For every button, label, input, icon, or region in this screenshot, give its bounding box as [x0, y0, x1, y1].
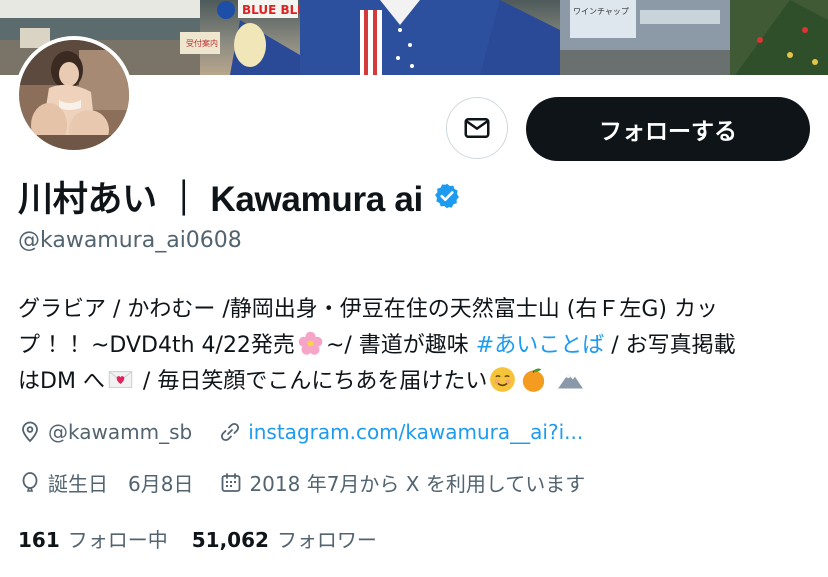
- banner-store-sign: ワインチャップ: [573, 7, 629, 16]
- bio-line-3: はDM へ / 毎日笑顔でこんにちあを届けたい: [18, 364, 818, 400]
- bio-text: プ ！！~DVD4th 4/22発売: [18, 333, 295, 358]
- join-date: 2018 年7月から X を利用しています: [219, 468, 585, 497]
- location: @kawamm_sb: [18, 420, 192, 444]
- bio-text: / 毎日笑顔でこんにちあを届けたい: [135, 369, 488, 394]
- calendar-icon: [222, 472, 241, 492]
- avatar[interactable]: [15, 36, 133, 154]
- bio-line-2: プ ！！~DVD4th 4/22発売 ~/ 書道が趣味 #あいことば / お写真…: [18, 328, 818, 364]
- avatar-image: [19, 40, 129, 150]
- birthday: 誕生日 6月8日: [18, 468, 193, 497]
- envelope-icon: [464, 118, 490, 138]
- website-link[interactable]: instagram.com/kawamura__ai?i...: [248, 420, 583, 444]
- bio-text: はDM へ: [18, 369, 105, 394]
- following-link[interactable]: 161 フォロー中: [18, 524, 168, 553]
- followers-count: 51,062: [191, 528, 269, 552]
- verified-badge-icon[interactable]: [433, 182, 461, 210]
- balloon-icon: [22, 471, 38, 492]
- follow-button[interactable]: フォローする: [526, 97, 810, 161]
- website[interactable]: instagram.com/kawamura__ai?i...: [218, 420, 583, 444]
- location-pin-icon: [22, 421, 38, 443]
- followers-label: フォロワー: [276, 528, 377, 552]
- mountain-icon: [558, 373, 584, 389]
- message-button[interactable]: [446, 97, 508, 159]
- cherry-blossom-icon: [298, 331, 323, 355]
- banner-poster: 受付案内: [186, 38, 218, 48]
- location-text: @kawamm_sb: [48, 420, 193, 444]
- following-label: フォロー中: [67, 528, 168, 552]
- profile-meta-row: @kawamm_sb instagram.com/kawamura__ai?i.…: [18, 420, 609, 444]
- birthday-text: 誕生日 6月8日: [48, 472, 194, 496]
- join-date-text: 2018 年7月から X を利用しています: [249, 472, 586, 496]
- profile-meta-row-2: 誕生日 6月8日 2018 年7月から X を利用しています: [18, 468, 611, 497]
- banner-sign: BLUE BLU: [242, 3, 307, 17]
- following-count: 161: [18, 528, 60, 552]
- tangerine-icon: [523, 368, 545, 392]
- followers-link[interactable]: 51,062 フォロワー: [192, 524, 377, 553]
- follow-counts: 161 フォロー中 51,062 フォロワー: [18, 524, 401, 553]
- user-handle: @kawamura_ai0608: [18, 228, 242, 253]
- profile-name-row: 川村あい ｜ Kawamura ai: [18, 174, 461, 219]
- link-icon: [221, 422, 240, 442]
- display-name: 川村あい ｜ Kawamura ai: [18, 179, 423, 219]
- bio: グラビア / かわむー /静岡出身・伊豆在住の天然富士山 (右Ｆ左G) カッ プ…: [18, 292, 818, 400]
- smiling-face-icon: [490, 367, 516, 392]
- bio-text: ~/ 書道が趣味: [325, 333, 476, 358]
- bio-text: / お写真掲載: [604, 333, 736, 358]
- hashtag-link[interactable]: #あいことば: [476, 333, 604, 358]
- bio-line-1: グラビア / かわむー /静岡出身・伊豆在住の天然富士山 (右Ｆ左G) カッ: [18, 297, 719, 322]
- love-letter-icon: [108, 371, 133, 388]
